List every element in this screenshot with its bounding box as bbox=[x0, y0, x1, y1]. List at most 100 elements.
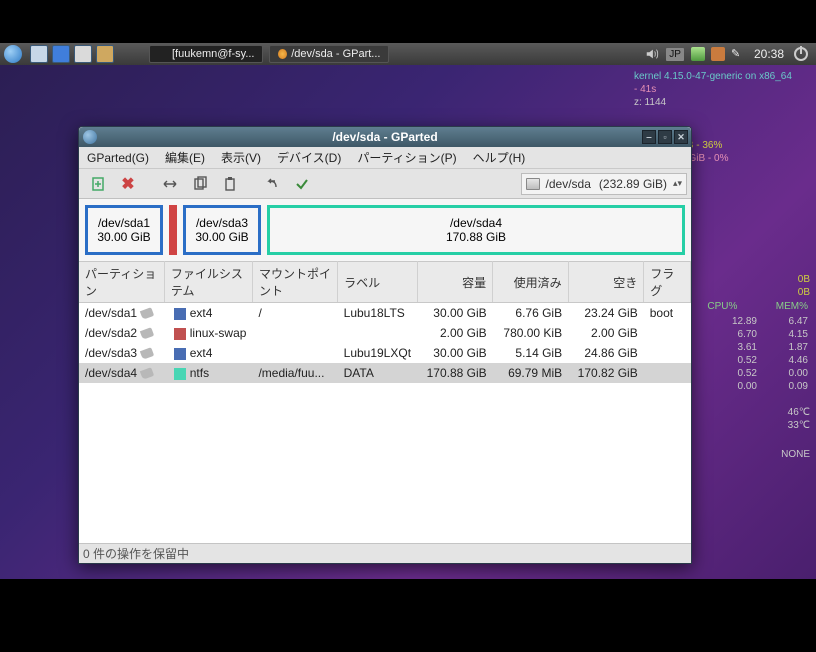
cell-size: 30.00 GiB bbox=[417, 303, 493, 324]
menu-help[interactable]: ヘルプ(H) bbox=[465, 149, 534, 166]
cell-fs: ext4 bbox=[164, 343, 252, 363]
copy-button[interactable] bbox=[189, 173, 211, 195]
cell-partition: /dev/sda4 bbox=[79, 363, 164, 383]
taskbar-item-label: [fuukemn@f-sy... bbox=[172, 48, 254, 60]
col-flags[interactable]: フラグ bbox=[644, 262, 691, 303]
conky-dl: 0B bbox=[798, 274, 810, 285]
partmap-name: /dev/sda3 bbox=[196, 216, 248, 230]
conky-freq: z: 1144 bbox=[634, 96, 810, 109]
cell-mount bbox=[252, 323, 337, 343]
menu-partition[interactable]: パーティション(P) bbox=[349, 149, 464, 166]
partition-table[interactable]: パーティション ファイルシステム マウントポイント ラベル 容量 使用済み 空き… bbox=[79, 261, 691, 383]
menu-device[interactable]: デバイス(D) bbox=[269, 149, 349, 166]
col-partition[interactable]: パーティション bbox=[79, 262, 164, 303]
fs-color-swatch bbox=[174, 368, 186, 380]
cell-free: 24.86 GiB bbox=[568, 343, 644, 363]
cell-label: DATA bbox=[338, 363, 417, 383]
col-mount[interactable]: マウントポイント bbox=[252, 262, 337, 303]
launcher-browser-icon[interactable] bbox=[52, 45, 70, 63]
cell-free: 2.00 GiB bbox=[568, 323, 644, 343]
lock-icon bbox=[140, 308, 154, 321]
col-size[interactable]: 容量 bbox=[417, 262, 493, 303]
cell-flags bbox=[644, 323, 691, 343]
cell-free: 23.24 GiB bbox=[568, 303, 644, 324]
ime-indicator[interactable]: JP bbox=[666, 48, 684, 61]
table-row[interactable]: /dev/sda2 linux-swap2.00 GiB780.00 KiB2.… bbox=[79, 323, 691, 343]
partmap-sda2-swap[interactable] bbox=[169, 205, 177, 255]
taskbar-item-gparted[interactable]: /dev/sda - GPart... bbox=[269, 45, 389, 63]
cell-used: 69.79 MiB bbox=[493, 363, 568, 383]
fs-color-swatch bbox=[174, 308, 186, 320]
cell-mount: /media/fuu... bbox=[252, 363, 337, 383]
cell-used: 6.76 GiB bbox=[493, 303, 568, 324]
clipboard-icon[interactable]: ✎ bbox=[731, 47, 745, 61]
partmap-sda4[interactable]: /dev/sda4 170.88 GiB bbox=[267, 205, 685, 255]
launcher-terminal-icon[interactable] bbox=[74, 45, 92, 63]
cell-size: 30.00 GiB bbox=[417, 343, 493, 363]
maximize-button[interactable]: ▫ bbox=[658, 130, 672, 144]
taskbar: [fuukemn@f-sy... /dev/sda - GPart... JP … bbox=[0, 43, 816, 65]
cell-size: 170.88 GiB bbox=[417, 363, 493, 383]
col-used[interactable]: 使用済み bbox=[493, 262, 568, 303]
col-fs[interactable]: ファイルシステム bbox=[164, 262, 252, 303]
network-icon[interactable] bbox=[691, 47, 705, 61]
minimize-button[interactable]: ‒ bbox=[642, 130, 656, 144]
lock-icon bbox=[140, 328, 154, 341]
partmap-size: 30.00 GiB bbox=[97, 230, 150, 244]
cell-flags: boot bbox=[644, 303, 691, 324]
cell-used: 5.14 GiB bbox=[493, 343, 568, 363]
launcher-files-icon[interactable] bbox=[30, 45, 48, 63]
cell-mount bbox=[252, 343, 337, 363]
harddisk-icon bbox=[526, 178, 540, 190]
menu-edit[interactable]: 編集(E) bbox=[157, 149, 213, 166]
launcher-filemanager-icon[interactable] bbox=[96, 45, 114, 63]
terminal-icon bbox=[158, 49, 168, 59]
resize-button[interactable] bbox=[159, 173, 181, 195]
new-button[interactable] bbox=[87, 173, 109, 195]
taskbar-item-label: /dev/sda - GPart... bbox=[291, 48, 380, 60]
device-selector[interactable]: /dev/sda (232.89 GiB) ▴▾ bbox=[521, 173, 687, 195]
cell-fs: ext4 bbox=[164, 303, 252, 324]
cell-flags bbox=[644, 343, 691, 363]
apply-button[interactable] bbox=[291, 173, 313, 195]
window-menu-icon[interactable] bbox=[83, 130, 97, 144]
paste-button[interactable] bbox=[219, 173, 241, 195]
conky-kernel: kernel 4.15.0-47-generic on x86_64 bbox=[634, 70, 810, 83]
table-row[interactable]: /dev/sda4 ntfs/media/fuu...DATA170.88 Gi… bbox=[79, 363, 691, 383]
table-blank-area bbox=[79, 383, 691, 543]
undo-button[interactable] bbox=[261, 173, 283, 195]
col-free[interactable]: 空き bbox=[568, 262, 644, 303]
partition-map[interactable]: /dev/sda1 30.00 GiB /dev/sda3 30.00 GiB … bbox=[79, 199, 691, 261]
delete-button[interactable]: ✖ bbox=[117, 173, 139, 195]
conky-uptime: - 41s bbox=[634, 83, 810, 96]
table-row[interactable]: /dev/sda1 ext4/Lubu18LTS30.00 GiB6.76 Gi… bbox=[79, 303, 691, 324]
close-button[interactable]: ✕ bbox=[674, 130, 688, 144]
device-path: /dev/sda bbox=[546, 177, 591, 191]
volume-icon[interactable] bbox=[645, 47, 659, 61]
partmap-sda3[interactable]: /dev/sda3 30.00 GiB bbox=[183, 205, 261, 255]
updates-icon[interactable] bbox=[711, 47, 725, 61]
power-icon[interactable] bbox=[794, 47, 808, 61]
cell-free: 170.82 GiB bbox=[568, 363, 644, 383]
menu-gparted[interactable]: GParted(G) bbox=[79, 151, 157, 165]
conky-ul: 0B bbox=[798, 287, 810, 298]
menu-view[interactable]: 表示(V) bbox=[213, 149, 269, 166]
titlebar[interactable]: /dev/sda - GParted ‒ ▫ ✕ bbox=[79, 127, 691, 147]
col-label[interactable]: ラベル bbox=[338, 262, 417, 303]
cell-label: Lubu18LTS bbox=[338, 303, 417, 324]
partmap-sda1[interactable]: /dev/sda1 30.00 GiB bbox=[85, 205, 163, 255]
fs-color-swatch bbox=[174, 348, 186, 360]
cell-label bbox=[338, 323, 417, 343]
lock-icon bbox=[140, 348, 154, 361]
clock[interactable]: 20:38 bbox=[754, 47, 784, 61]
gparted-icon bbox=[278, 49, 287, 59]
taskbar-item-terminal[interactable]: [fuukemn@f-sy... bbox=[149, 45, 263, 63]
device-size: (232.89 GiB) bbox=[599, 177, 667, 191]
table-row[interactable]: /dev/sda3 ext4Lubu19LXQt30.00 GiB5.14 Gi… bbox=[79, 343, 691, 363]
applications-menu-icon[interactable] bbox=[4, 45, 22, 63]
cell-size: 2.00 GiB bbox=[417, 323, 493, 343]
partmap-name: /dev/sda4 bbox=[450, 216, 502, 230]
cell-label: Lubu19LXQt bbox=[338, 343, 417, 363]
lock-icon bbox=[140, 368, 154, 381]
partmap-name: /dev/sda1 bbox=[98, 216, 150, 230]
